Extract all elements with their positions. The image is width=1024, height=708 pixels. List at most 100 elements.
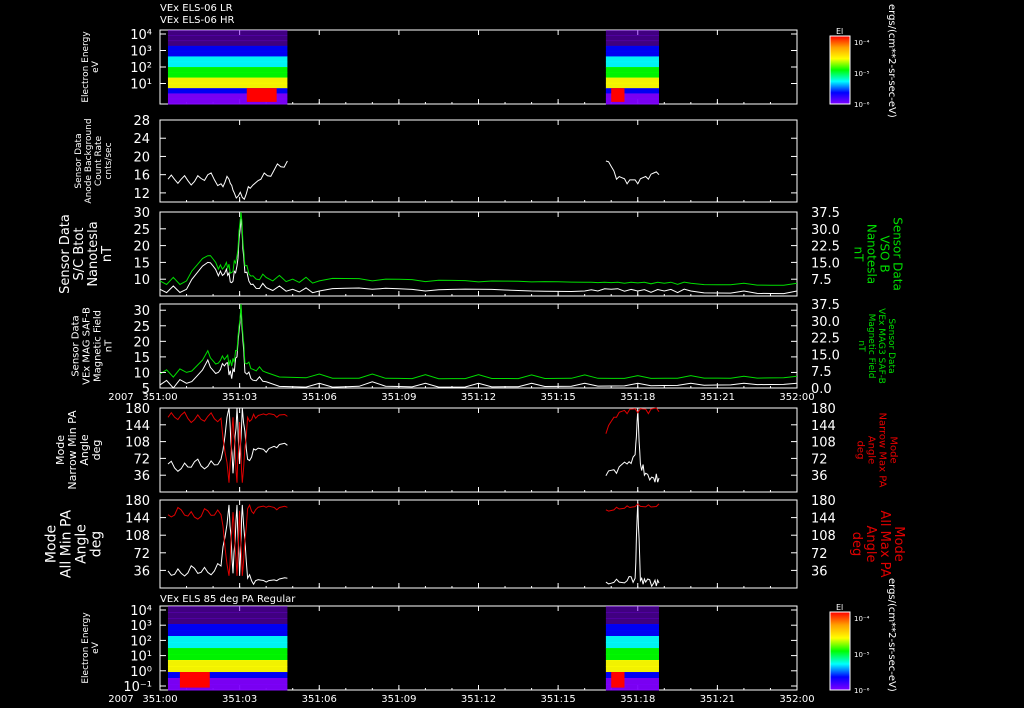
y-axis-title: cnts/sec xyxy=(104,142,114,179)
y2-tick-label: 30.0 xyxy=(811,315,840,330)
heatmap-hotspot xyxy=(611,88,625,102)
y-axis-title: Electron Energy xyxy=(81,31,91,103)
heatmap-band xyxy=(605,56,659,63)
heatmap-band xyxy=(605,30,659,36)
heatmap-band xyxy=(605,67,659,73)
y-tick-label: 12 xyxy=(133,187,150,202)
y-tick-label: 108 xyxy=(125,529,150,544)
heatmap-band xyxy=(605,61,659,68)
colorbar-tick-label: 10⁻⁶ xyxy=(854,687,870,695)
heatmap-band xyxy=(167,636,288,643)
heatmap-band xyxy=(167,40,288,47)
heatmap-band xyxy=(167,72,288,79)
bottom-spectrogram-title: VEx ELS 85 deg PA Regular xyxy=(160,594,296,605)
y-tick-label: 72 xyxy=(133,547,150,562)
y-tick-label: 10⁻¹ xyxy=(123,680,152,695)
x-tick-label: 351:03 xyxy=(222,694,257,705)
x-tick-label: 351:21 xyxy=(700,392,735,403)
y2-axis-title: VEx MAG3 SAF-B xyxy=(876,308,886,384)
heatmap-band xyxy=(605,40,659,47)
heatmap-hotspot xyxy=(611,672,625,688)
heatmap-band xyxy=(167,660,288,667)
heatmap-band xyxy=(167,606,288,613)
y-axis-title: Sensor Data xyxy=(74,133,84,188)
y2-axis-title: Sensor Data xyxy=(886,318,896,373)
y-axis-title: eV xyxy=(91,641,101,654)
heatmap-band xyxy=(167,654,288,661)
y2-tick-label: 36 xyxy=(811,469,828,484)
x-tick-label: 352:00 xyxy=(779,392,814,403)
colorbar-title: El xyxy=(836,27,843,36)
heatmap-band xyxy=(167,45,288,52)
header-line-2: VEx ELS-06 HR xyxy=(160,15,235,26)
y-tick-label: 10³ xyxy=(130,619,152,634)
y-axis-title: Nanotesla xyxy=(86,221,101,286)
y2-axis-title: Mode xyxy=(888,436,899,463)
y2-tick-label: 15.0 xyxy=(811,256,840,271)
heatmap-hotspot xyxy=(246,88,277,102)
y-axis-title: Mode xyxy=(44,525,60,563)
heatmap-band xyxy=(167,666,288,673)
x-tick-label: 351:18 xyxy=(620,694,655,705)
x-tick-label: 351:09 xyxy=(381,694,416,705)
y-tick-label: 10⁴ xyxy=(130,28,152,43)
heatmap-band xyxy=(167,648,288,655)
x-tick-label: 351:21 xyxy=(700,694,735,705)
y2-axis-title: nT xyxy=(852,247,866,263)
x-tick-label: 351:18 xyxy=(620,392,655,403)
heatmap-band xyxy=(605,77,659,84)
y-tick-label: 25 xyxy=(133,223,150,238)
x-tick-label: 351:06 xyxy=(302,392,337,403)
header-line-1: VEx ELS-06 LR xyxy=(160,3,233,14)
y-tick-label: 5 xyxy=(142,382,150,397)
heatmap-band xyxy=(167,51,288,57)
x-tick-label: 351:12 xyxy=(461,694,496,705)
y2-tick-label: 180 xyxy=(811,402,836,417)
y-axis-title: deg xyxy=(90,440,103,461)
y2-tick-label: 37.5 xyxy=(811,206,840,221)
y2-tick-label: 37.5 xyxy=(811,298,840,313)
heatmap-band xyxy=(605,666,659,673)
heatmap-band xyxy=(605,660,659,667)
y-tick-label: 30 xyxy=(133,206,150,221)
y-tick-label: 10 xyxy=(133,273,150,288)
heatmap-band xyxy=(167,624,288,631)
heatmap-band xyxy=(605,624,659,631)
heatmap-band xyxy=(605,606,659,613)
heatmap-band xyxy=(167,35,288,42)
y2-tick-label: 30.0 xyxy=(811,223,840,238)
y2-axis-title: Angle xyxy=(863,526,878,563)
heatmap-band xyxy=(167,630,288,637)
colorbar xyxy=(829,35,851,105)
y-tick-label: 36 xyxy=(133,469,150,484)
y-axis-title: Count Rate xyxy=(94,135,104,186)
heatmap-band xyxy=(605,636,659,643)
y-axis-title: nT xyxy=(100,246,115,262)
y2-tick-label: 36 xyxy=(811,564,828,579)
y2-axis-title: Sensor Data xyxy=(891,217,905,291)
y-axis-title: S/C Btot xyxy=(72,228,87,281)
y-tick-label: 10⁴ xyxy=(130,604,152,619)
y-axis-title: All Min PA xyxy=(59,509,75,578)
y-tick-label: 10² xyxy=(130,61,152,76)
y-tick-label: 180 xyxy=(125,494,150,509)
x-tick-label: 351:15 xyxy=(541,392,576,403)
heatmap-band xyxy=(605,618,659,625)
y2-tick-label: 7.5 xyxy=(811,365,832,380)
y-axis-title: Anode Background xyxy=(84,118,94,203)
heatmap-band xyxy=(167,82,288,89)
heatmap-band xyxy=(605,642,659,649)
y-axis-title: nT xyxy=(104,339,115,352)
colorbar-title: El xyxy=(836,603,843,612)
heatmap-band xyxy=(167,30,288,36)
colorbar xyxy=(829,611,851,691)
heatmap-band xyxy=(605,72,659,79)
y2-axis-title: Angle xyxy=(866,436,877,464)
heatmap-band xyxy=(605,654,659,661)
y-tick-label: 20 xyxy=(133,240,150,255)
y-tick-label: 144 xyxy=(125,419,150,434)
heatmap-band xyxy=(605,45,659,52)
x-year-label: 2007 xyxy=(108,694,133,705)
heatmap-band xyxy=(605,630,659,637)
y2-axis-title: deg xyxy=(849,532,864,557)
